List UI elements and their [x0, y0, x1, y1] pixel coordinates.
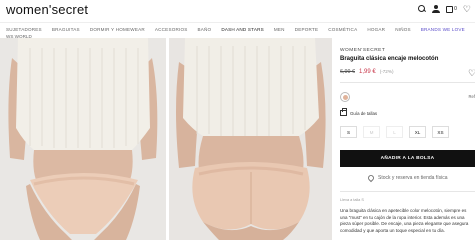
nav-item-accesorios[interactable]: ACCESORIOS — [155, 27, 188, 32]
size-option-xs[interactable]: XS — [432, 126, 449, 138]
bag-icon — [446, 5, 454, 13]
product-panel: WOMEN'SECRET Braguita clásica encaje mel… — [340, 38, 475, 240]
stock-label: Stock y reserva en tienda física — [378, 175, 448, 181]
product-brand: WOMEN'SECRET — [340, 48, 386, 53]
old-price: 6,99 € — [340, 69, 355, 75]
nav-item-braguitas[interactable]: BRAGUITAS — [52, 27, 80, 32]
size-selector: S M L XL XS — [340, 126, 449, 138]
bag-button[interactable]: 0 — [446, 5, 457, 13]
nav-item-dormir[interactable]: DORMIR Y HOMEWEAR — [90, 27, 145, 32]
size-option-m[interactable]: M — [363, 126, 380, 138]
nav-item-hogar[interactable]: HOGAR — [367, 27, 385, 32]
user-icon[interactable] — [432, 5, 441, 13]
logo[interactable]: women'secret — [6, 2, 88, 17]
product-image-back[interactable] — [169, 38, 332, 240]
bag-count: 0 — [454, 6, 457, 12]
heart-icon[interactable]: ♡ — [463, 5, 471, 14]
details-heading: Lleva a talla S — [340, 198, 364, 202]
stock-link[interactable]: Stock y reserva en tienda física — [366, 173, 448, 183]
product-image-front[interactable] — [0, 38, 166, 240]
product-title: Braguita clásica encaje melocotón — [340, 56, 439, 62]
price-row: 6,99 € 1,99 € (-72%) — [340, 69, 393, 75]
nav-item-cosmetica[interactable]: COSMÉTICA — [328, 27, 357, 32]
product-ref: Ref — [468, 94, 475, 99]
nav-item-bano[interactable]: BAÑO — [198, 27, 212, 32]
nav-item-brands[interactable]: BRANDS WE LOVE — [421, 27, 465, 32]
divider — [340, 191, 475, 192]
product-photo-back — [169, 38, 332, 240]
nav-item-men[interactable]: MEN — [274, 27, 285, 32]
hanger-icon — [340, 108, 347, 116]
nav-item-deporte[interactable]: DEPORTE — [295, 27, 319, 32]
sale-price: 1,99 € — [359, 69, 376, 75]
discount-badge: (-72%) — [379, 69, 394, 74]
color-swatch-fill — [342, 94, 348, 100]
header: women'secret 0 ♡ — [0, 0, 475, 20]
add-to-bag-button[interactable]: AÑADIR A LA BOLSA — [340, 150, 475, 167]
nav-item-dash-and-stars[interactable]: DASH AND STARS — [221, 27, 264, 32]
product-photo-front — [0, 38, 166, 240]
color-swatch[interactable] — [340, 92, 350, 102]
header-icons: 0 ♡ — [418, 5, 471, 14]
product-description: Una braguita clásica en apetecible color… — [340, 208, 469, 233]
nav-item-ninos[interactable]: NIÑOS — [395, 27, 411, 32]
divider — [340, 82, 475, 83]
search-icon[interactable] — [418, 5, 426, 13]
size-option-xl[interactable]: XL — [409, 126, 426, 138]
location-pin-icon — [366, 173, 376, 183]
size-option-s[interactable]: S — [340, 126, 357, 138]
nav-item-sujetadores[interactable]: SUJETADORES — [6, 27, 42, 32]
size-guide-link[interactable]: Guía de tallas — [340, 108, 378, 116]
size-option-l[interactable]: L — [386, 126, 403, 138]
wishlist-heart-icon[interactable]: ♡ — [468, 68, 475, 79]
nav-items: SUJETADORES BRAGUITAS DORMIR Y HOMEWEAR … — [6, 27, 465, 32]
size-guide-label: Guía de tallas — [350, 110, 378, 116]
